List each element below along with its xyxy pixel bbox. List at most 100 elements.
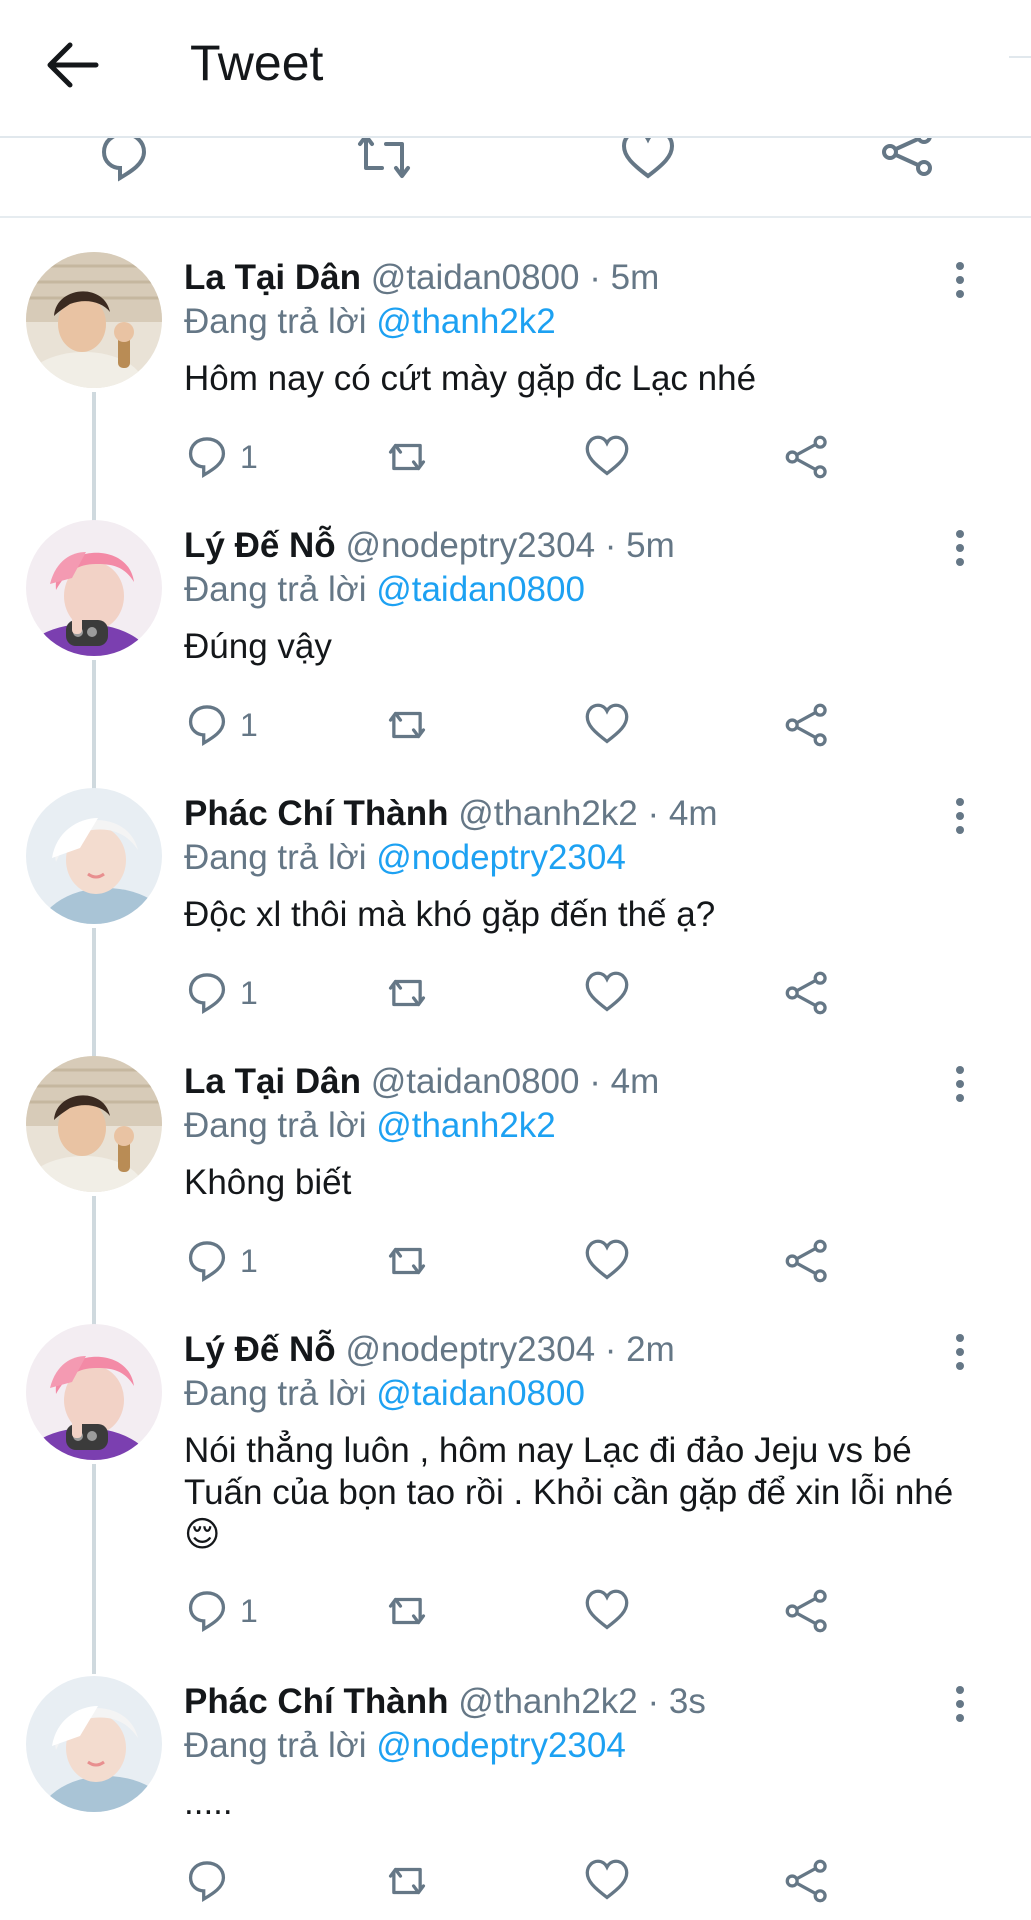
more-options-icon[interactable] [946,258,974,308]
more-options-icon[interactable] [946,794,974,844]
share-button[interactable] [784,700,830,750]
avatar[interactable] [26,1676,162,1812]
retweet-button[interactable] [384,968,430,1018]
reply-button[interactable]: 1 [184,432,258,482]
reply-header: Lý Đế Nỗ @nodeptry2304 · 2m [184,1330,675,1370]
avatar[interactable] [26,1324,162,1460]
reply-count: 1 [240,974,258,1011]
reply-button[interactable]: 1 [184,1586,258,1636]
avatar[interactable] [26,520,162,656]
mention-link[interactable]: @taidan0800 [376,570,585,609]
divider [1009,56,1031,58]
like-icon [585,1589,629,1630]
display-name[interactable]: Phác Chí Thành [184,794,448,833]
reply-button[interactable]: 1 [184,700,258,750]
reply-actions: 1 [184,1586,864,1636]
mention-link[interactable]: @nodeptry2304 [376,1726,626,1765]
reply-icon [188,1241,226,1282]
share-button[interactable] [784,1856,830,1906]
separator-dot: · [589,1062,601,1101]
avatar[interactable] [26,1056,162,1192]
share-icon[interactable] [880,136,936,184]
reply-button[interactable]: 1 [184,968,258,1018]
separator-dot: · [604,1330,617,1369]
display-name[interactable]: Phác Chí Thành [184,1682,448,1721]
avatar[interactable] [26,252,162,388]
top-app-bar: Tweet [0,0,1031,138]
like-button[interactable] [584,1236,630,1286]
reply-count: 1 [240,438,258,475]
separator-dot: · [647,794,660,833]
retweet-button[interactable] [384,1236,430,1286]
tweet-text: Đúng vậy [184,627,332,666]
mention-link[interactable]: @taidan0800 [376,1374,585,1413]
timestamp: 2m [626,1330,675,1369]
replying-to-label: Đang trả lời [184,302,367,341]
display-name[interactable]: La Tại Dân [184,258,361,297]
like-button[interactable] [584,1856,630,1906]
more-options-icon[interactable] [946,526,974,576]
replying-to: Đang trả lời @thanh2k2 [184,1106,556,1146]
like-icon [585,1239,629,1280]
reply-actions: 1 [184,700,864,750]
share-icon [785,1859,827,1903]
reply-icon [188,437,226,478]
reply-count: 1 [240,1592,258,1629]
reply-icon[interactable] [96,136,152,184]
mention-link[interactable]: @nodeptry2304 [376,838,626,877]
reply-header: Lý Đế Nỗ @nodeptry2304 · 5m [184,526,675,566]
like-button[interactable] [584,700,630,750]
display-name[interactable]: La Tại Dân [184,1062,361,1101]
more-options-icon[interactable] [946,1682,974,1732]
like-button[interactable] [584,432,630,482]
thread-line [92,660,96,800]
reply-icon [188,973,226,1014]
reply-actions: 1 [184,1236,864,1286]
replying-to: Đang trả lời @thanh2k2 [184,302,556,342]
replying-to-label: Đang trả lời [184,1726,367,1765]
tweet-text: Hôm nay có cứt mày gặp đc Lạc nhé [184,359,757,398]
retweet-button[interactable] [384,700,430,750]
separator-dot: · [647,1682,660,1721]
user-handle[interactable]: @thanh2k2 [458,1682,638,1721]
display-name[interactable]: Lý Đế Nỗ [184,1330,336,1369]
more-options-icon[interactable] [946,1330,974,1380]
retweet-button[interactable] [384,1856,430,1906]
avatar[interactable] [26,788,162,924]
reply-icon [188,705,226,746]
replying-to-label: Đang trả lời [184,1106,367,1145]
reply-icon [188,1591,226,1632]
retweet-button[interactable] [384,1586,430,1636]
like-icon [585,435,629,476]
user-handle[interactable]: @taidan0800 [371,258,580,297]
display-name[interactable]: Lý Đế Nỗ [184,526,336,565]
reply-button[interactable] [184,1856,240,1906]
share-button[interactable] [784,432,830,482]
tweet-text: Không biết [184,1163,352,1202]
user-handle[interactable]: @nodeptry2304 [345,1330,595,1369]
retweet-icon [388,1597,426,1625]
share-button[interactable] [784,1236,830,1286]
like-button[interactable] [584,968,630,1018]
tweet-text: Nói thẳng luôn , hôm nay Lạc đi đảo Jeju… [184,1431,954,1554]
reply-button[interactable]: 1 [184,1236,258,1286]
user-handle[interactable]: @thanh2k2 [458,794,638,833]
more-options-icon[interactable] [946,1062,974,1112]
retweet-button[interactable] [384,432,430,482]
retweet-icon [388,711,426,739]
like-button[interactable] [584,1586,630,1636]
like-icon[interactable] [620,136,676,184]
back-arrow-icon[interactable] [44,40,104,90]
mention-link[interactable]: @thanh2k2 [376,1106,556,1145]
timestamp: 5m [626,526,675,565]
replying-to-label: Đang trả lời [184,1374,367,1413]
user-handle[interactable]: @nodeptry2304 [345,526,595,565]
retweet-icon [388,1247,426,1275]
user-handle[interactable]: @taidan0800 [371,1062,580,1101]
retweet-icon[interactable] [356,136,412,184]
mention-link[interactable]: @thanh2k2 [376,302,556,341]
share-button[interactable] [784,1586,830,1636]
share-button[interactable] [784,968,830,1018]
replying-to: Đang trả lời @nodeptry2304 [184,1726,626,1766]
replying-to: Đang trả lời @nodeptry2304 [184,838,626,878]
